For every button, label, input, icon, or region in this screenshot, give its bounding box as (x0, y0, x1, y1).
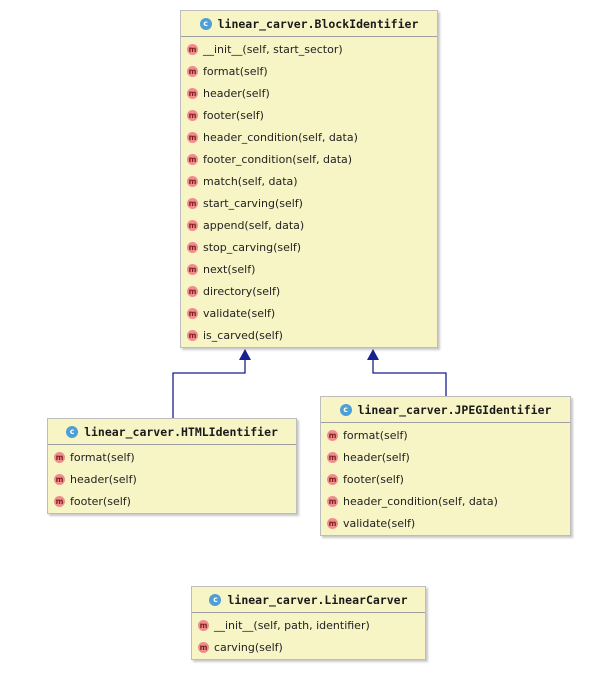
method-icon: m (187, 263, 198, 275)
class-name: linear_carver.JPEGIdentifier (357, 402, 552, 417)
method-label: footer_condition(self, data) (203, 152, 353, 166)
class-jpeg-identifier[interactable]: c linear_carver.JPEGIdentifier m format(s… (320, 396, 571, 536)
method-icon: m (187, 307, 198, 319)
method-icon: m (187, 109, 198, 121)
method-label: footer(self) (343, 472, 404, 486)
method-row[interactable]: m __init__(self, path, identifier) (192, 614, 425, 636)
method-list: m __init__(self, start_sector) m format(sel… (181, 37, 437, 346)
class-html-identifier[interactable]: c linear_carver.HTMLIdentifier m format(s… (47, 418, 297, 514)
method-label: header(self) (203, 86, 270, 100)
method-icon: m (187, 285, 198, 297)
arrowhead-jpeg-to-block (367, 349, 379, 360)
method-icon: m (327, 429, 338, 441)
method-row[interactable]: m validate(self) (321, 512, 570, 534)
method-label: start_carving(self) (203, 196, 303, 210)
method-row[interactable]: m footer_condition(self, data) (181, 148, 437, 170)
method-label: header_condition(self, data) (343, 494, 498, 508)
method-icon: m (187, 175, 198, 187)
method-label: __init__(self, start_sector) (203, 42, 343, 56)
method-icon: m (54, 451, 65, 463)
class-name: linear_carver.LinearCarver (227, 592, 408, 607)
method-icon: m (187, 197, 198, 209)
class-block-identifier[interactable]: c linear_carver.BlockIdentifier m __init_… (180, 10, 438, 348)
method-icon: m (187, 87, 198, 99)
edge-html-to-block (172, 358, 246, 418)
method-row[interactable]: m format(self) (48, 446, 296, 468)
class-icon: c (66, 425, 79, 438)
method-label: format(self) (70, 450, 135, 464)
method-label: carving(self) (214, 640, 283, 654)
method-row[interactable]: m is_carved(self) (181, 324, 437, 346)
method-icon: m (187, 219, 198, 231)
method-row[interactable]: m match(self, data) (181, 170, 437, 192)
class-header: c linear_carver.LinearCarver (192, 587, 425, 613)
class-icon: c (339, 403, 352, 416)
method-label: match(self, data) (203, 174, 298, 188)
method-row[interactable]: m stop_carving(self) (181, 236, 437, 258)
method-label: format(self) (343, 428, 408, 442)
method-label: header(self) (343, 450, 410, 464)
method-row[interactable]: m footer(self) (181, 104, 437, 126)
method-icon: m (327, 517, 338, 529)
method-icon: m (187, 329, 198, 341)
method-row[interactable]: m validate(self) (181, 302, 437, 324)
method-list: m __init__(self, path, identifier) m carvin… (192, 613, 425, 658)
class-name: linear_carver.BlockIdentifier (217, 16, 419, 31)
method-icon: m (327, 473, 338, 485)
method-icon: m (198, 641, 209, 653)
method-icon: m (187, 43, 198, 55)
method-label: directory(self) (203, 284, 281, 298)
method-row[interactable]: m footer(self) (321, 468, 570, 490)
method-label: append(self, data) (203, 218, 305, 232)
method-icon: m (187, 153, 198, 165)
method-row[interactable]: m next(self) (181, 258, 437, 280)
method-label: validate(self) (203, 306, 276, 320)
method-row[interactable]: m header(self) (321, 446, 570, 468)
method-row[interactable]: m append(self, data) (181, 214, 437, 236)
method-label: header(self) (70, 472, 137, 486)
method-row[interactable]: m carving(self) (192, 636, 425, 658)
method-label: format(self) (203, 64, 268, 78)
method-row[interactable]: m header(self) (181, 82, 437, 104)
method-row[interactable]: m footer(self) (48, 490, 296, 512)
method-icon: m (54, 495, 65, 507)
class-linear-carver[interactable]: c linear_carver.LinearCarver m __init__(s… (191, 586, 426, 660)
method-icon: m (187, 131, 198, 143)
method-icon: m (327, 451, 338, 463)
class-header: c linear_carver.JPEGIdentifier (321, 397, 570, 423)
method-label: is_carved(self) (203, 328, 283, 342)
arrowhead-html-to-block (239, 349, 251, 360)
class-icon: c (199, 17, 212, 30)
method-row[interactable]: m header(self) (48, 468, 296, 490)
method-row[interactable]: m header_condition(self, data) (181, 126, 437, 148)
class-name: linear_carver.HTMLIdentifier (84, 424, 278, 439)
method-label: __init__(self, path, identifier) (214, 618, 370, 632)
method-row[interactable]: m directory(self) (181, 280, 437, 302)
method-label: footer(self) (203, 108, 264, 122)
method-label: next(self) (203, 262, 256, 276)
class-icon: c (209, 593, 222, 606)
method-row[interactable]: m header_condition(self, data) (321, 490, 570, 512)
method-label: footer(self) (70, 494, 131, 508)
method-icon: m (187, 65, 198, 77)
method-label: header_condition(self, data) (203, 130, 358, 144)
method-label: validate(self) (343, 516, 416, 530)
class-header: c linear_carver.HTMLIdentifier (48, 419, 296, 445)
method-icon: m (198, 619, 209, 631)
method-icon: m (54, 473, 65, 485)
method-icon: m (187, 241, 198, 253)
method-list: m format(self) m header(self) m footer(self) (48, 445, 296, 512)
method-row[interactable]: m format(self) (321, 424, 570, 446)
method-label: stop_carving(self) (203, 240, 302, 254)
method-row[interactable]: m start_carving(self) (181, 192, 437, 214)
class-header: c linear_carver.BlockIdentifier (181, 11, 437, 37)
method-list: m format(self) m header(self) m footer(self) m… (321, 423, 570, 534)
method-row[interactable]: m __init__(self, start_sector) (181, 38, 437, 60)
edge-jpeg-to-block (372, 358, 447, 396)
method-row[interactable]: m format(self) (181, 60, 437, 82)
method-icon: m (327, 495, 338, 507)
